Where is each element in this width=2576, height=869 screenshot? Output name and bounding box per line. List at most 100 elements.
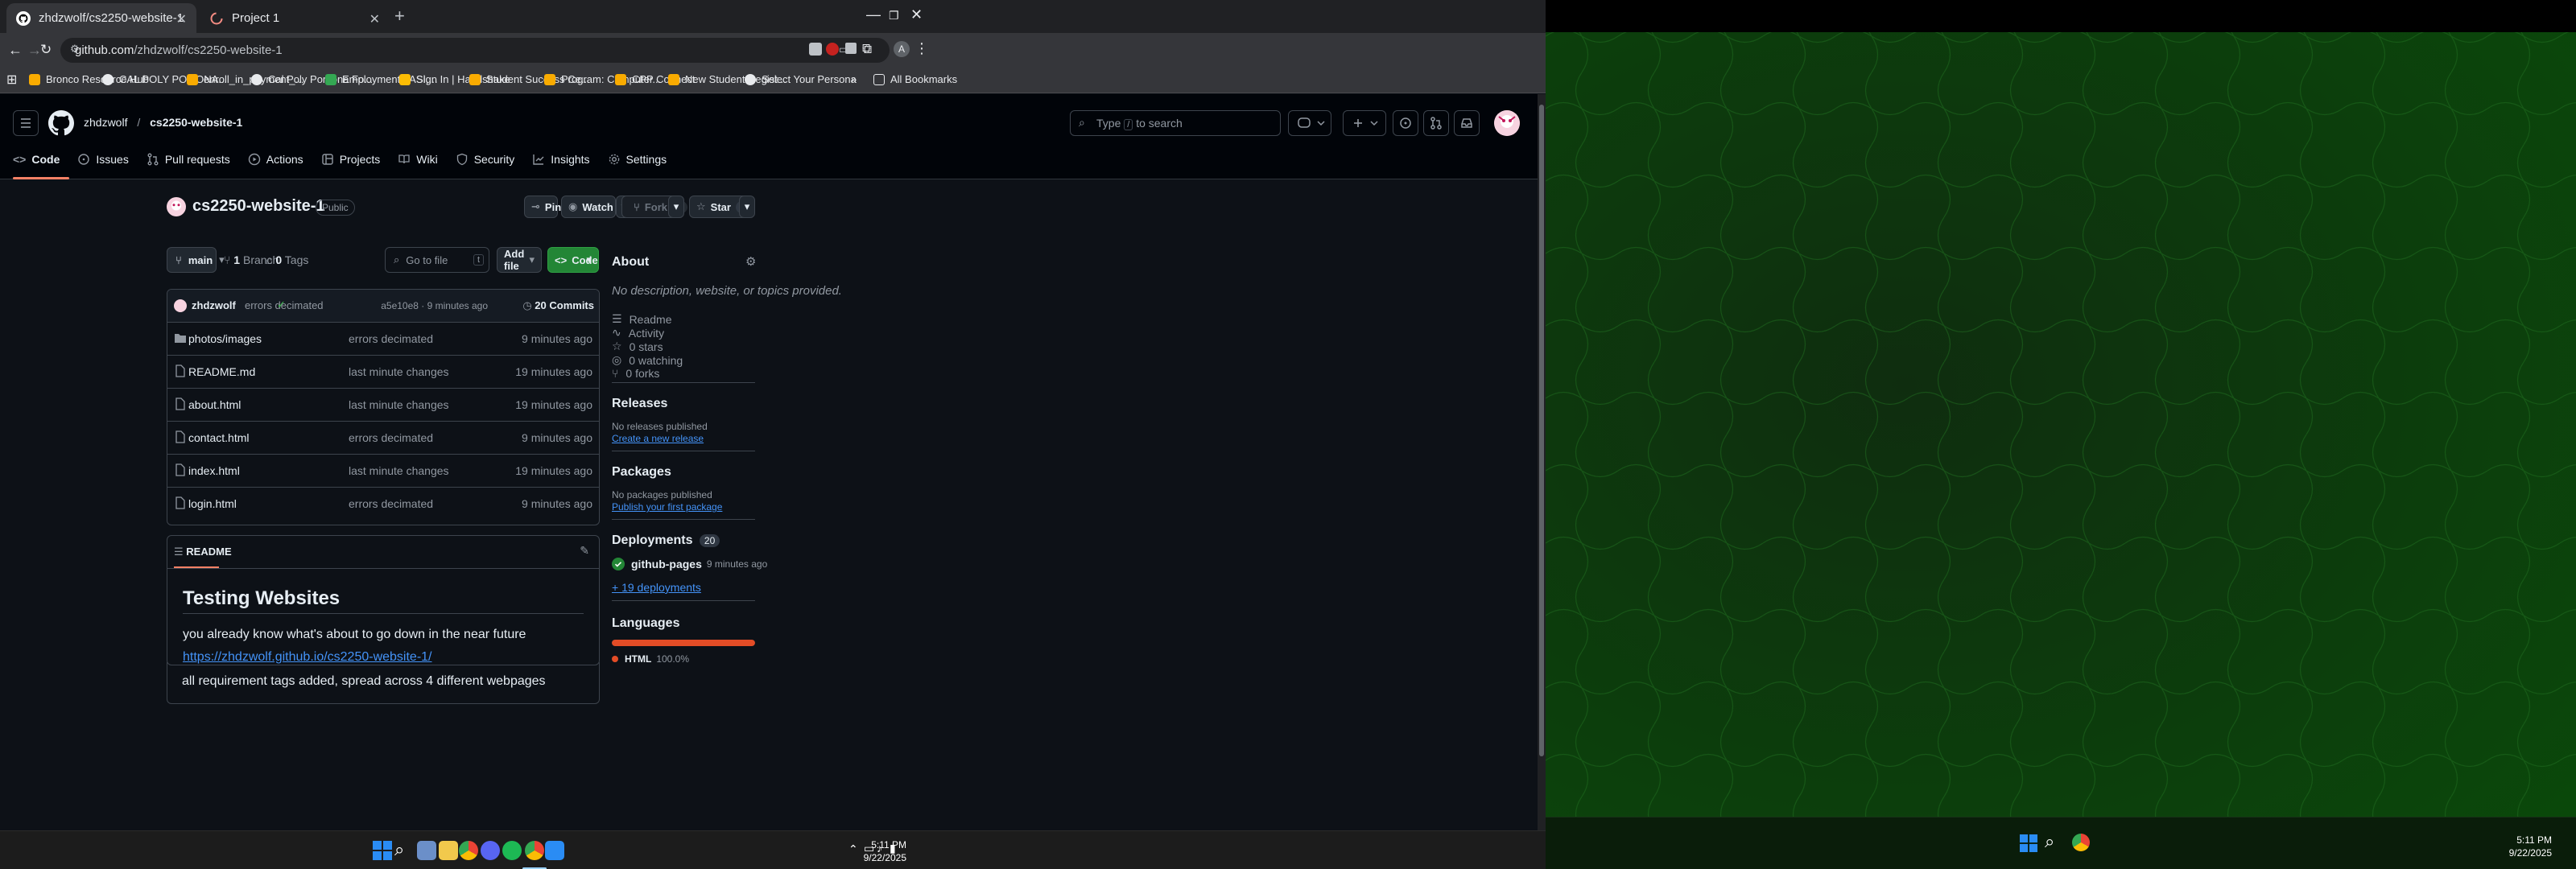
github-logo-icon[interactable] bbox=[48, 110, 74, 136]
bookmark-item[interactable]: Select Your Persona bbox=[745, 73, 857, 85]
taskbar-clock[interactable]: 5:11 PM 9/22/2025 bbox=[864, 838, 906, 864]
stars-link[interactable]: ☆ 0 stars bbox=[612, 340, 663, 353]
breadcrumb-owner[interactable]: zhdzwolf bbox=[84, 116, 127, 129]
new-tab-icon[interactable]: + bbox=[394, 7, 405, 25]
readme-tab[interactable]: ☰ README bbox=[174, 546, 232, 558]
file-name[interactable]: about.html bbox=[188, 398, 241, 411]
address-bar[interactable]: ⚙ github.com/zhdzwolf/cs2250-website-1 ▭… bbox=[60, 38, 890, 63]
commit-author[interactable]: zhdzwolf bbox=[192, 299, 236, 311]
file-name[interactable]: login.html bbox=[188, 497, 237, 510]
widgets-app-icon[interactable] bbox=[417, 841, 436, 860]
gear-icon[interactable]: ⚙ bbox=[745, 254, 756, 269]
packages-heading[interactable]: Packages bbox=[612, 465, 671, 480]
more-bookmarks-icon[interactable]: » bbox=[851, 73, 857, 85]
language-item[interactable]: HTML 100.0% bbox=[612, 653, 689, 665]
windows-start-icon[interactable] bbox=[373, 841, 392, 860]
file-row[interactable]: contact.html errors decimated 9 minutes ag… bbox=[167, 421, 599, 454]
fork-dropdown-icon[interactable]: ▾ bbox=[668, 196, 684, 218]
add-file-button[interactable]: Add file ▾ bbox=[497, 247, 542, 273]
create-release-link[interactable]: Create a new release bbox=[612, 433, 704, 444]
spotify-icon[interactable] bbox=[502, 841, 522, 860]
breadcrumb-repo[interactable]: cs2250-website-1 bbox=[150, 116, 242, 129]
scrollbar-thumb[interactable] bbox=[1539, 105, 1544, 756]
extension-icon[interactable] bbox=[845, 43, 857, 54]
chrome-active-icon[interactable] bbox=[525, 841, 544, 860]
close-tab-icon[interactable]: ✕ bbox=[369, 11, 380, 27]
tab-projects[interactable]: Projects bbox=[321, 150, 380, 169]
activity-link[interactable]: ∿ Activity bbox=[612, 326, 664, 340]
file-commit-message[interactable]: errors decimated bbox=[349, 332, 433, 345]
file-commit-message[interactable]: errors decimated bbox=[349, 431, 433, 444]
forks-link[interactable]: ⑂ 0 forks bbox=[612, 367, 659, 380]
restore-icon[interactable]: ❐ bbox=[889, 9, 899, 23]
file-commit-message[interactable]: last minute changes bbox=[349, 398, 449, 411]
issues-icon[interactable] bbox=[1393, 110, 1418, 136]
commits-link[interactable]: ◷ 20 Commits bbox=[522, 299, 594, 312]
pull-requests-icon[interactable] bbox=[1423, 110, 1449, 136]
hamburger-menu-icon[interactable] bbox=[13, 110, 39, 136]
tab-github-repo[interactable]: zhdzwolf/cs2250-website-1 ✕ bbox=[6, 3, 196, 33]
file-commit-message[interactable]: errors decimated bbox=[349, 497, 433, 510]
code-button[interactable]: <> Code ▾ bbox=[547, 247, 599, 273]
tab-wiki[interactable]: Wiki bbox=[398, 150, 438, 169]
star-dropdown-icon[interactable]: ▾ bbox=[739, 196, 755, 218]
file-row[interactable]: README.md last minute changes 19 minutes a… bbox=[167, 355, 599, 388]
vscode-icon[interactable] bbox=[545, 841, 564, 860]
file-row[interactable]: photos/images errors decimated 9 minutes a… bbox=[167, 322, 599, 355]
tab-settings[interactable]: Settings bbox=[608, 150, 667, 169]
chrome-icon[interactable] bbox=[459, 841, 478, 860]
branch-select[interactable]: ⑂ main ▾ bbox=[167, 247, 225, 273]
edit-pencil-icon[interactable]: ✎ bbox=[580, 544, 589, 558]
user-avatar[interactable] bbox=[1494, 110, 1520, 136]
more-deployments-link[interactable]: + 19 deployments bbox=[612, 581, 701, 594]
publish-package-link[interactable]: Publish your first package bbox=[612, 501, 722, 513]
inbox-icon[interactable] bbox=[1454, 110, 1480, 136]
file-explorer-icon[interactable] bbox=[439, 841, 458, 860]
reload-icon[interactable]: ↻ bbox=[40, 42, 52, 58]
file-name[interactable]: contact.html bbox=[188, 431, 249, 444]
tab-security[interactable]: Security bbox=[456, 150, 514, 169]
tab-project-1[interactable]: Project 1 ✕ bbox=[200, 3, 390, 33]
discord-icon[interactable] bbox=[481, 841, 500, 860]
tab-actions[interactable]: Actions bbox=[248, 150, 303, 169]
deployments-heading[interactable]: Deployments 20 bbox=[612, 533, 720, 548]
file-row[interactable]: login.html errors decimated 9 minutes ago bbox=[167, 487, 599, 520]
taskbar-clock[interactable]: 5:11 PM 9/22/2025 bbox=[2509, 834, 2552, 859]
apps-grid-icon[interactable]: ⊞ bbox=[6, 72, 17, 88]
close-window-icon[interactable]: ✕ bbox=[910, 6, 923, 23]
extensions-puzzle-icon[interactable]: ⧉ bbox=[862, 41, 872, 57]
tab-pull-requests[interactable]: Pull requests bbox=[147, 150, 230, 169]
file-row[interactable]: index.html last minute changes 19 minutes … bbox=[167, 454, 599, 487]
file-row[interactable]: about.html last minute changes 19 minutes … bbox=[167, 388, 599, 421]
chrome-icon[interactable] bbox=[2072, 834, 2090, 851]
windows-start-icon[interactable] bbox=[2020, 834, 2037, 852]
go-to-file-input[interactable]: ⌕ Go to file t bbox=[385, 247, 489, 273]
extension-icon[interactable] bbox=[809, 43, 822, 56]
close-tab-icon[interactable]: ✕ bbox=[176, 11, 187, 27]
file-commit-message[interactable]: last minute changes bbox=[349, 464, 449, 477]
readme-link[interactable]: ☰ Readme bbox=[612, 312, 671, 326]
chrome-menu-icon[interactable]: ⋮ bbox=[914, 40, 929, 57]
tags-link[interactable]: ⌂ 0 Tags bbox=[266, 253, 308, 266]
search-icon[interactable]: ⌕ bbox=[2045, 831, 2054, 852]
file-name[interactable]: photos/images bbox=[188, 332, 262, 345]
watching-link[interactable]: ◎ 0 watching bbox=[612, 353, 683, 367]
extension-icon[interactable] bbox=[826, 43, 839, 56]
file-name[interactable]: index.html bbox=[188, 464, 240, 477]
copilot-icon[interactable] bbox=[1288, 110, 1331, 136]
tab-insights[interactable]: Insights bbox=[532, 150, 590, 169]
file-name[interactable]: README.md bbox=[188, 365, 255, 378]
create-new-icon[interactable] bbox=[1343, 110, 1386, 136]
profile-avatar[interactable]: A bbox=[894, 41, 910, 57]
show-hidden-icons[interactable]: ⌃ bbox=[848, 842, 858, 856]
repo-title[interactable]: cs2250-website-1 bbox=[192, 197, 325, 216]
search-input[interactable]: ⌕ Type / to search bbox=[1070, 110, 1281, 136]
tab-code[interactable]: <> Code bbox=[13, 150, 60, 169]
minimize-icon[interactable]: — bbox=[866, 6, 881, 23]
releases-heading[interactable]: Releases bbox=[612, 397, 667, 411]
pin-button[interactable]: ⊸ Pin bbox=[524, 196, 561, 218]
search-icon[interactable]: ⌕ bbox=[394, 839, 404, 860]
commit-hash-time[interactable]: a5e10e8 · 9 minutes ago bbox=[381, 300, 488, 311]
file-commit-message[interactable]: last minute changes bbox=[349, 365, 449, 378]
deployment-item[interactable]: github-pages 9 minutes ago bbox=[612, 558, 767, 570]
